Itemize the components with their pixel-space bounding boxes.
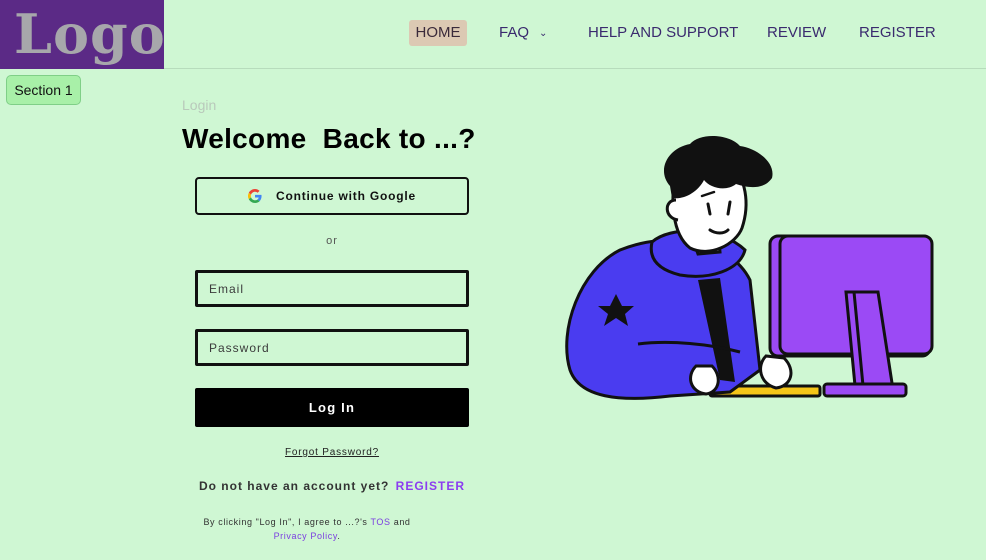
privacy-policy-link[interactable]: Privacy Policy bbox=[274, 531, 338, 541]
email-field[interactable] bbox=[195, 270, 469, 307]
google-button-label: Continue with Google bbox=[276, 189, 416, 203]
nav-faq[interactable]: FAQ ⌄ bbox=[499, 20, 547, 46]
terms-notice: By clicking "Log In", I agree to ...?'s … bbox=[195, 515, 419, 543]
nav-review[interactable]: REVIEW bbox=[767, 20, 826, 46]
no-account-text: Do not have an account yet? bbox=[198, 479, 390, 493]
nav-help-and-support[interactable]: HELP AND SUPPORT bbox=[588, 20, 738, 46]
no-account-prompt: Do not have an account yet? REGISTER bbox=[195, 479, 469, 493]
continue-with-google-button[interactable]: Continue with Google bbox=[195, 177, 469, 215]
or-divider: or bbox=[326, 235, 338, 247]
nav-home[interactable]: HOME bbox=[409, 20, 467, 46]
logo[interactable]: Logo bbox=[0, 0, 165, 69]
site-header: Logo HOME FAQ ⌄ HELP AND SUPPORT REVIEW R… bbox=[0, 0, 986, 69]
person-at-computer-illustration bbox=[565, 135, 934, 400]
tos-link[interactable]: TOS bbox=[370, 517, 390, 527]
chevron-down-icon: ⌄ bbox=[539, 28, 548, 39]
login-button[interactable]: Log In bbox=[195, 388, 469, 427]
tos-suffix: . bbox=[337, 531, 341, 541]
tos-and: and bbox=[393, 517, 411, 527]
breadcrumb: Login bbox=[182, 97, 217, 113]
page-title: Welcome Back to ...? bbox=[182, 123, 476, 154]
nav-faq-label: FAQ bbox=[499, 24, 530, 41]
register-link[interactable]: REGISTER bbox=[396, 479, 465, 493]
forgot-password-link[interactable]: Forgot Password? bbox=[195, 447, 469, 458]
section-badge: Section 1 bbox=[6, 75, 81, 105]
google-icon bbox=[248, 189, 262, 203]
tos-prefix: By clicking "Log In", I agree to ...?'s bbox=[203, 517, 368, 527]
password-field[interactable] bbox=[195, 329, 469, 366]
nav-register[interactable]: REGISTER bbox=[859, 20, 936, 46]
